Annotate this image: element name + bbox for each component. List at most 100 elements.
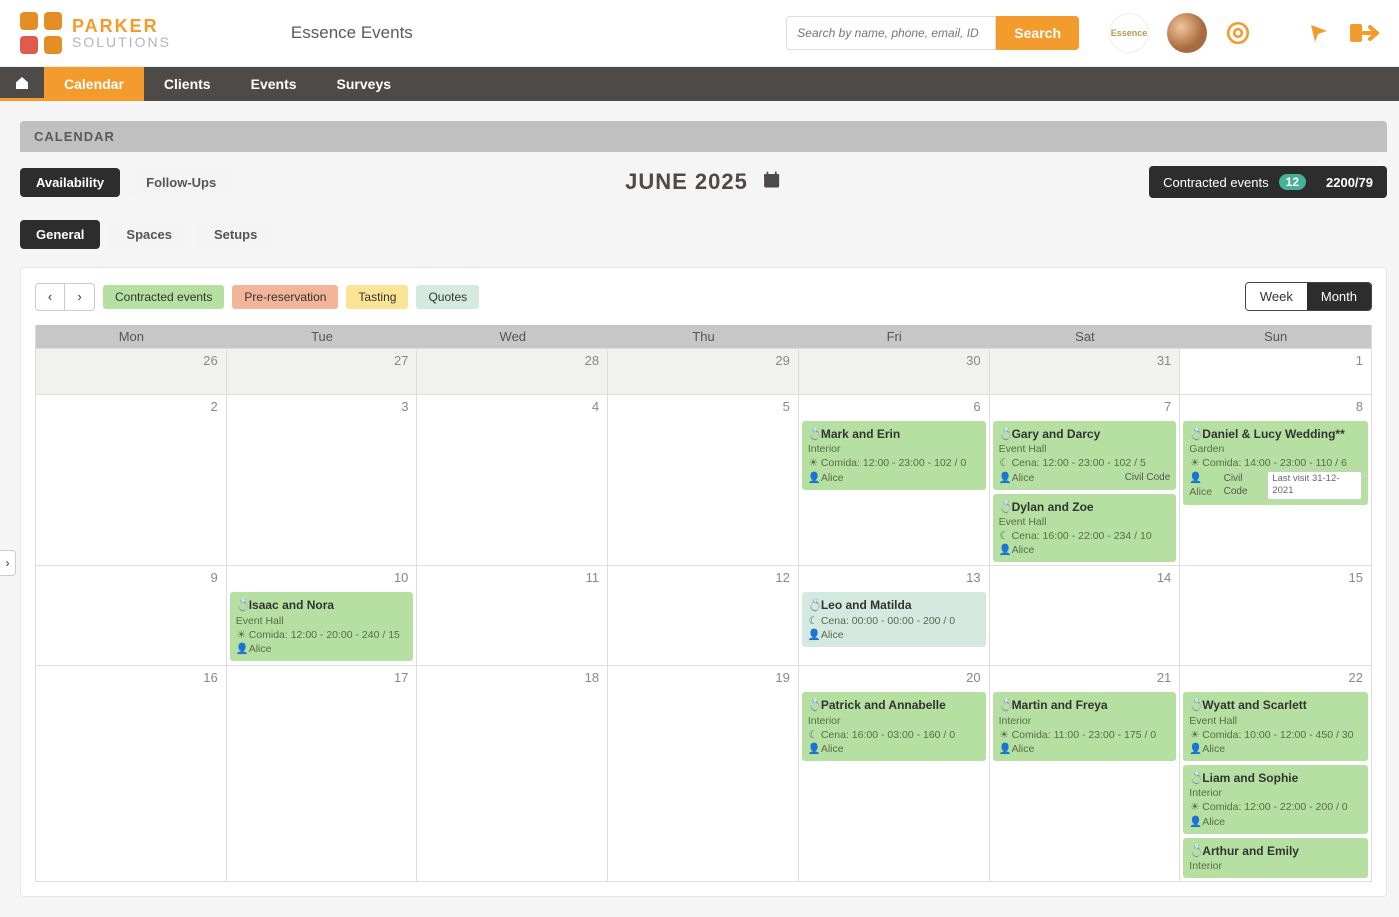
ring-icon: 💍 [808,426,819,442]
day-cell[interactable]: 17 [227,665,418,881]
event-card[interactable]: 💍Wyatt and Scarlett Event Hall ☀Comida: … [1183,692,1368,761]
logout-icon[interactable] [1349,20,1379,46]
legend-pre-reservation[interactable]: Pre-reservation [232,285,338,309]
calendar-controls: ‹ › Contracted events Pre-reservation Ta… [35,282,1372,311]
calendar-row: 9 10 💍Isaac and Nora Event Hall ☀Comida:… [36,565,1371,665]
day-num: 3 [401,399,408,414]
calendar-grid: Mon Tue Wed Thu Fri Sat Sun 26 27 28 29 … [35,325,1372,882]
event-person: Alice [1202,743,1225,755]
topbar: PARKER SOLUTIONS Essence Events Search E… [0,0,1399,67]
day-cell[interactable]: 18 [417,665,608,881]
person-icon: 👤 [808,742,819,756]
day-cell[interactable]: 5 [608,394,799,565]
legend-contracted[interactable]: Contracted events [103,285,224,309]
day-num: 6 [973,399,980,414]
weekday-tue: Tue [227,325,418,348]
day-cell[interactable]: 9 [36,565,227,665]
search-button[interactable]: Search [996,16,1079,50]
day-cell[interactable]: 16 [36,665,227,881]
event-card[interactable]: 💍Arthur and Emily Interior [1183,838,1368,878]
event-title: Patrick and Annabelle [821,698,946,712]
calendar-body: ‹ › Contracted events Pre-reservation Ta… [20,267,1387,897]
event-person: Alice [249,643,272,655]
expand-side-tab[interactable]: › [0,550,16,576]
day-cell[interactable]: 15 [1180,565,1371,665]
gear-icon[interactable] [1225,20,1251,46]
nav-events[interactable]: Events [231,67,317,101]
nav-clients[interactable]: Clients [144,67,231,101]
nav-home[interactable] [0,67,44,101]
day-cell[interactable]: 20 💍Patrick and Annabelle Interior ☾Cena… [799,665,990,881]
day-cell[interactable]: 11 [417,565,608,665]
event-card[interactable]: 💍Liam and Sophie Interior ☀Comida: 12:00… [1183,765,1368,834]
event-person: Alice [1202,816,1225,828]
tab-followups[interactable]: Follow-Ups [130,168,232,197]
day-cell[interactable]: 10 💍Isaac and Nora Event Hall ☀Comida: 1… [227,565,418,665]
company-badge[interactable]: Essence [1109,13,1149,53]
search-input[interactable] [786,16,996,50]
day-num: 16 [203,670,217,685]
user-avatar[interactable] [1167,13,1207,53]
event-card[interactable]: 💍Patrick and Annabelle Interior ☾Cena: 1… [802,692,986,761]
tab-availability[interactable]: Availability [20,168,120,197]
day-num: 11 [586,570,600,585]
notifications-icon[interactable] [1307,21,1331,45]
person-icon: 👤 [1189,471,1200,485]
day-cell[interactable]: 4 [417,394,608,565]
day-cell[interactable]: 19 [608,665,799,881]
event-card[interactable]: 💍Martin and Freya Interior ☀Comida: 11:0… [993,692,1177,761]
event-location: Interior [808,442,980,456]
day-cell[interactable]: 27 [227,348,418,394]
day-cell[interactable]: 1 [1180,348,1371,394]
person-icon: 👤 [1189,742,1200,756]
brand-logo[interactable]: PARKER SOLUTIONS [20,12,171,54]
day-cell[interactable]: 8 💍Daniel & Lucy Wedding** Garden ☀Comid… [1180,394,1371,565]
subtab-spaces[interactable]: Spaces [110,220,188,249]
view-week[interactable]: Week [1246,283,1307,310]
event-card[interactable]: 💍Leo and Matilda ☾Cena: 00:00 - 00:00 - … [802,592,986,647]
person-icon: 👤 [1189,815,1200,829]
day-cell[interactable]: 14 [990,565,1181,665]
event-card[interactable]: 💍Isaac and Nora Event Hall ☀Comida: 12:0… [230,592,414,661]
person-icon: 👤 [999,471,1010,485]
nav-calendar[interactable]: Calendar [44,67,144,101]
day-num: 30 [966,353,980,368]
day-cell[interactable]: 22 💍Wyatt and Scarlett Event Hall ☀Comid… [1180,665,1371,881]
day-num: 20 [966,670,980,685]
day-cell[interactable]: 7 💍Gary and Darcy Event Hall ☾Cena: 12:0… [990,394,1181,565]
ring-icon: 💍 [808,697,819,713]
day-num: 31 [1157,353,1171,368]
month-title: JUNE 2025 [625,169,782,195]
event-card[interactable]: 💍Daniel & Lucy Wedding** Garden ☀Comida:… [1183,421,1368,505]
month-label: JUNE 2025 [625,169,748,195]
subtab-general[interactable]: General [20,220,100,249]
event-card[interactable]: 💍Mark and Erin Interior ☀Comida: 12:00 -… [802,421,986,490]
day-cell[interactable]: 6 💍Mark and Erin Interior ☀Comida: 12:00… [799,394,990,565]
day-cell[interactable]: 21 💍Martin and Freya Interior ☀Comida: 1… [990,665,1181,881]
calendar-icon[interactable] [762,170,782,195]
event-card[interactable]: 💍Dylan and Zoe Event Hall ☾Cena: 16:00 -… [993,494,1177,563]
view-month[interactable]: Month [1307,283,1371,310]
legend-tasting[interactable]: Tasting [346,285,408,309]
moon-icon: ☾ [999,529,1010,543]
next-month-button[interactable]: › [65,283,95,311]
day-cell[interactable]: 31 [990,348,1181,394]
day-cell[interactable]: 26 [36,348,227,394]
day-cell[interactable]: 29 [608,348,799,394]
day-cell[interactable]: 30 [799,348,990,394]
subtab-setups[interactable]: Setups [198,220,273,249]
page: CALENDAR Availability Follow-Ups JUNE 20… [0,101,1399,917]
day-cell[interactable]: 13 💍Leo and Matilda ☾Cena: 00:00 - 00:00… [799,565,990,665]
event-meal: Comida: 10:00 - 12:00 - 450 / 30 [1202,729,1353,741]
day-cell[interactable]: 3 [227,394,418,565]
legend-quotes[interactable]: Quotes [416,285,479,309]
day-cell[interactable]: 12 [608,565,799,665]
day-num: 17 [394,670,408,685]
day-cell[interactable]: 2 [36,394,227,565]
day-num: 27 [394,353,408,368]
nav-surveys[interactable]: Surveys [317,67,411,101]
event-card[interactable]: 💍Gary and Darcy Event Hall ☾Cena: 12:00 … [993,421,1177,490]
day-cell[interactable]: 28 [417,348,608,394]
prev-month-button[interactable]: ‹ [35,283,65,311]
section-title: CALENDAR [20,121,1387,152]
